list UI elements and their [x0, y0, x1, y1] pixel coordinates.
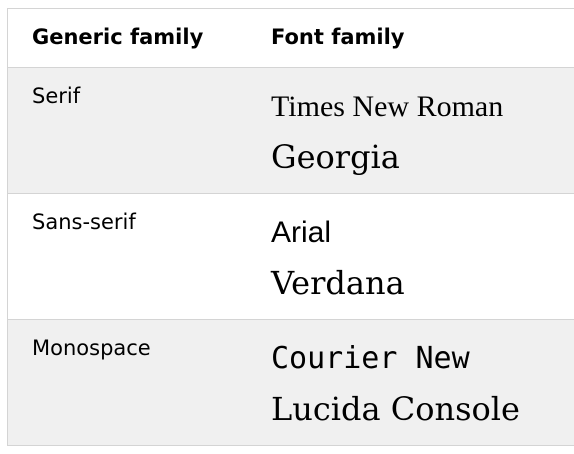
column-header-font-family: Font family: [271, 25, 405, 49]
generic-family-cell: Monospace: [32, 335, 151, 360]
table-header: Generic family Font family: [8, 9, 574, 67]
font-family-cell: Times New Roman Georgia: [247, 67, 574, 193]
table-row-monospace: Monospace Courier New Lucida Console: [8, 319, 574, 445]
font-family-table: Generic family Font family Serif Times N…: [8, 9, 574, 445]
table-row-serif: Serif Times New Roman Georgia: [8, 67, 574, 193]
font-sample-verdana: Verdana: [271, 263, 405, 302]
table-body: Serif Times New Roman Georgia Sans-serif…: [8, 67, 574, 445]
font-sample-times-new-roman: Times New Roman: [271, 89, 504, 123]
font-sample-courier-new: Courier New: [271, 340, 470, 376]
header-row: Generic family Font family: [8, 9, 574, 67]
column-header-generic-family: Generic family: [32, 25, 204, 49]
font-family-table-container: Generic family Font family Serif Times N…: [7, 8, 574, 446]
table-row-sans-serif: Sans-serif Arial Verdana: [8, 193, 574, 319]
font-sample-georgia: Georgia: [271, 137, 400, 176]
font-sample-lucida-console: Lucida Console: [271, 389, 520, 428]
font-sample-arial: Arial: [271, 215, 332, 249]
generic-family-cell: Serif: [32, 83, 81, 108]
generic-family-cell: Sans-serif: [32, 209, 136, 234]
font-family-cell: Courier New Lucida Console: [247, 319, 574, 445]
font-family-cell: Arial Verdana: [247, 193, 574, 319]
